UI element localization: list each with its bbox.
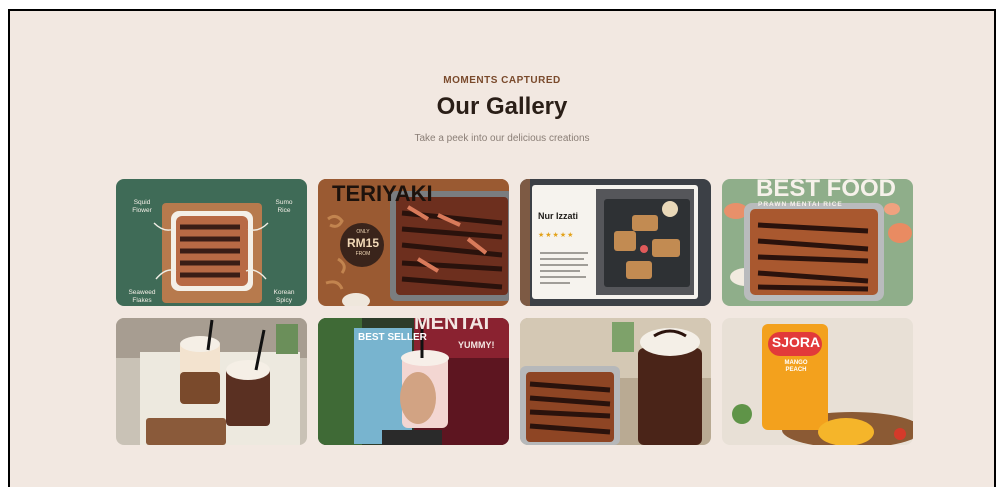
review-stars: ★★★★★ (538, 232, 575, 239)
best-food-headline: BEST FOOD (756, 179, 897, 202)
promo-badge-only: ONLY (356, 229, 370, 235)
gallery-image-5[interactable] (116, 318, 307, 445)
page-frame: MOMENTS CAPTURED Our Gallery Take a peek… (8, 9, 996, 487)
gallery-image-8[interactable]: SJORA MANGO PEACH (722, 318, 913, 445)
gallery-image-7[interactable] (520, 318, 711, 445)
section-subtitle: Take a peek into our delicious creations (414, 133, 590, 144)
callout-squid-flower: Squid Flower (132, 199, 152, 214)
reviewer-name: Nur Izzati (538, 211, 579, 221)
sjora-flavor: MANGO PEACH (784, 360, 808, 373)
best-seller-badge: BEST SELLER (358, 332, 427, 343)
best-food-sub: PRAWN MENTAI RICE (758, 201, 843, 208)
gallery-image-4[interactable]: BEST FOOD PRAWN MENTAI RICE (722, 179, 913, 306)
section-title: Our Gallery (436, 93, 568, 120)
customer-review-photo (520, 179, 711, 306)
callout-korean-spicy: Korean Spicy (273, 289, 295, 304)
iced-drinks-photo (116, 318, 307, 445)
sjora-brand: SJORA (771, 334, 821, 350)
gallery-image-6[interactable]: MENTAI YUMMY! BEST SELLER (318, 318, 509, 445)
promo-badge-from: FROM (355, 251, 371, 257)
gallery-grid: Squid Flower Sumo Rice Seaweed Flakes Ko… (116, 179, 913, 445)
promo-headline: TERIYAKI (332, 181, 433, 206)
gallery-image-1[interactable]: Squid Flower Sumo Rice Seaweed Flakes Ko… (116, 179, 307, 306)
gallery-image-2[interactable]: TERIYAKI ONLY RM15 FROM (318, 179, 509, 306)
callout-seaweed-flakes: Seaweed Flakes (128, 289, 156, 304)
gallery-image-3[interactable]: Nur Izzati ★★★★★ (520, 179, 711, 306)
mentai-sub: YUMMY! (458, 340, 495, 350)
callout-sumo-rice: Sumo Rice (275, 199, 293, 214)
promo-badge-price: RM15 (346, 236, 379, 250)
section-eyebrow: MOMENTS CAPTURED (443, 75, 561, 86)
mentai-rice-and-drink-photo (520, 318, 711, 445)
